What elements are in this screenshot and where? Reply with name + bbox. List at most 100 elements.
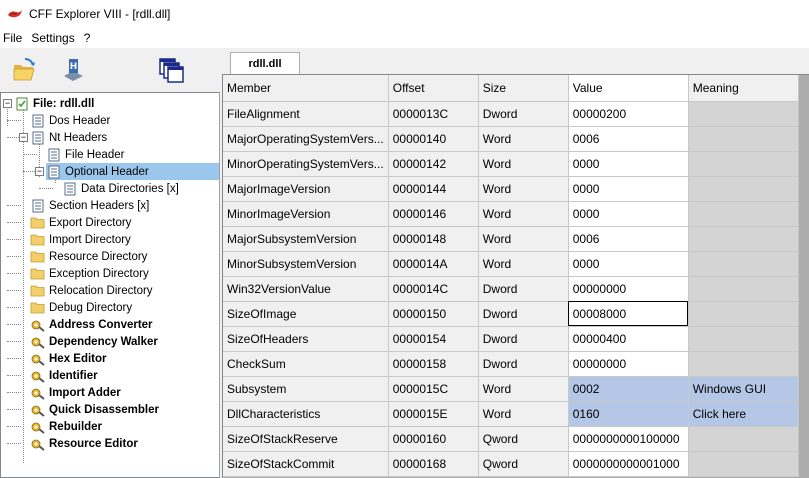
table-row[interactable]: SizeOfHeaders 00000154 Dword 00000400 — [223, 326, 799, 352]
tree-item-quick-disassembler[interactable]: Quick Disassembler — [30, 401, 161, 418]
toolbar: H — [0, 48, 222, 92]
cell-offset: 00000142 — [388, 151, 479, 177]
menu-help[interactable]: ? — [81, 31, 97, 45]
table-row[interactable]: CheckSum 00000158 Dword 00000000 — [223, 351, 799, 377]
cell-value[interactable]: 00000200 — [568, 101, 689, 127]
tree-item-import-directory[interactable]: Import Directory — [30, 231, 133, 248]
table-row[interactable]: Subsystem 0000015C Word 0002 Windows GUI — [223, 376, 799, 402]
column-header-meaning[interactable]: Meaning — [688, 75, 799, 102]
cell-meaning[interactable]: Windows GUI — [688, 376, 799, 402]
tree-connector — [23, 154, 37, 155]
cell-meaning — [688, 101, 799, 127]
cell-member: MinorSubsystemVersion — [223, 251, 389, 277]
tree-item-optional-header[interactable]: Optional Header — [46, 163, 219, 180]
header-doc-icon — [46, 148, 61, 162]
tree-item-section-headers-x[interactable]: Section Headers [x] — [30, 197, 151, 214]
cell-member: MinorImageVersion — [223, 201, 389, 227]
tree-item-resource-directory[interactable]: Resource Directory — [30, 248, 149, 265]
table-row[interactable]: FileAlignment 0000013C Dword 00000200 — [223, 101, 799, 127]
cell-value[interactable]: 0000 — [568, 176, 689, 202]
table-row[interactable]: MajorImageVersion 00000144 Word 0000 — [223, 176, 799, 202]
tree-item-import-adder[interactable]: Import Adder — [30, 384, 123, 401]
grid-header-row: Member Offset Size Value Meaning — [223, 75, 799, 102]
cell-meaning — [688, 276, 799, 302]
cell-size: Word — [478, 226, 569, 252]
tab-rdll[interactable]: rdll.dll — [230, 52, 300, 74]
tree-item-relocation-directory[interactable]: Relocation Directory — [30, 282, 155, 299]
cell-value[interactable]: 0000000000100000 — [568, 426, 689, 452]
tree-item-dependency-walker[interactable]: Dependency Walker — [30, 333, 160, 350]
cell-value[interactable]: 0000000000001000 — [568, 451, 689, 477]
table-row[interactable]: MinorImageVersion 00000146 Word 0000 — [223, 201, 799, 227]
menu-file[interactable]: File — [0, 31, 28, 45]
tree-item-address-converter[interactable]: Address Converter — [30, 316, 155, 333]
cell-value[interactable]: 0000 — [568, 151, 689, 177]
cell-value[interactable]: 0006 — [568, 126, 689, 152]
tree-connector — [23, 106, 24, 463]
tree-item-hex-editor[interactable]: Hex Editor — [30, 350, 109, 367]
save-file-button[interactable]: H — [58, 54, 88, 86]
tree-item-rebuilder[interactable]: Rebuilder — [30, 418, 104, 435]
cell-meaning — [688, 326, 799, 352]
members-grid: Member Offset Size Value Meaning FileAli… — [222, 74, 809, 478]
tree-item-nt-headers[interactable]: Nt Headers — [30, 129, 109, 146]
folder-icon — [30, 216, 45, 230]
open-file-button[interactable] — [10, 54, 40, 86]
tree-item-label: Debug Directory — [49, 301, 133, 314]
cell-member: MajorSubsystemVersion — [223, 226, 389, 252]
collapse-icon[interactable]: − — [35, 167, 44, 176]
cell-value[interactable]: 0000 — [568, 201, 689, 227]
tree-item-file-header[interactable]: File Header — [46, 146, 126, 163]
table-row[interactable]: DllCharacteristics 0000015E Word 0160 Click … — [223, 401, 799, 427]
collapse-icon[interactable]: − — [3, 99, 12, 108]
cell-value[interactable]: 0006 — [568, 226, 689, 252]
tree-item-export-directory[interactable]: Export Directory — [30, 214, 133, 231]
table-row[interactable]: MajorSubsystemVersion 00000148 Word 0006 — [223, 226, 799, 252]
cell-value[interactable]: 0160 — [568, 401, 689, 427]
column-header-value[interactable]: Value — [568, 75, 689, 102]
collapse-icon[interactable]: − — [19, 133, 28, 142]
table-row[interactable]: SizeOfStackCommit 00000168 Qword 0000000000… — [223, 451, 799, 477]
folder-icon — [30, 250, 45, 264]
tree-item-dos-header[interactable]: Dos Header — [30, 112, 112, 129]
cell-member: MajorImageVersion — [223, 176, 389, 202]
column-header-size[interactable]: Size — [478, 75, 569, 102]
table-row[interactable]: MinorSubsystemVersion 0000014A Word 0000 — [223, 251, 799, 277]
pe-file-icon — [14, 97, 29, 111]
tree-item-identifier[interactable]: Identifier — [30, 367, 100, 384]
table-row[interactable]: SizeOfImage 00000150 Dword 00008000 — [223, 301, 799, 327]
cell-member: Win32VersionValue — [223, 276, 389, 302]
cell-value[interactable]: 00000000 — [568, 351, 689, 377]
tree-item-exception-directory[interactable]: Exception Directory — [30, 265, 151, 282]
cell-value[interactable]: 00000000 — [568, 276, 689, 302]
tree-connector — [7, 443, 21, 444]
tree-connector — [7, 256, 21, 257]
table-row[interactable]: MinorOperatingSystemVers... 00000142 Word 0… — [223, 151, 799, 177]
tree-item-resource-editor[interactable]: Resource Editor — [30, 435, 140, 452]
save-disk-icon: H — [64, 59, 83, 81]
navigation-tree[interactable]: File: rdll.dll − Dos Header Nt Headers − File… — [0, 92, 220, 478]
menu-settings[interactable]: Settings — [28, 31, 80, 45]
cell-member: SizeOfImage — [223, 301, 389, 327]
tree-item-data-directories-x[interactable]: Data Directories [x] — [62, 180, 181, 197]
tree-item-label: Address Converter — [49, 318, 153, 331]
table-row[interactable]: Win32VersionValue 0000014C Dword 00000000 — [223, 276, 799, 302]
table-row[interactable]: SizeOfStackReserve 00000160 Qword 000000000… — [223, 426, 799, 452]
cell-offset: 00000158 — [388, 351, 479, 377]
cell-value[interactable]: 00008000 — [568, 301, 689, 327]
cell-size: Dword — [478, 276, 569, 302]
windows-button[interactable] — [156, 54, 186, 86]
cell-value[interactable]: 0002 — [568, 376, 689, 402]
column-header-member[interactable]: Member — [223, 75, 389, 102]
column-header-offset[interactable]: Offset — [388, 75, 479, 102]
cell-size: Dword — [478, 326, 569, 352]
cell-value[interactable]: 0000 — [568, 251, 689, 277]
tree-item-debug-directory[interactable]: Debug Directory — [30, 299, 134, 316]
cell-meaning[interactable]: Click here — [688, 401, 799, 427]
tree-item-file-rdll-dll[interactable]: File: rdll.dll — [14, 95, 96, 112]
cell-value[interactable]: 00000400 — [568, 326, 689, 352]
table-row[interactable]: MajorOperatingSystemVers... 00000140 Word 0… — [223, 126, 799, 152]
cell-size: Qword — [478, 451, 569, 477]
cell-meaning — [688, 126, 799, 152]
cell-member: SizeOfStackReserve — [223, 426, 389, 452]
